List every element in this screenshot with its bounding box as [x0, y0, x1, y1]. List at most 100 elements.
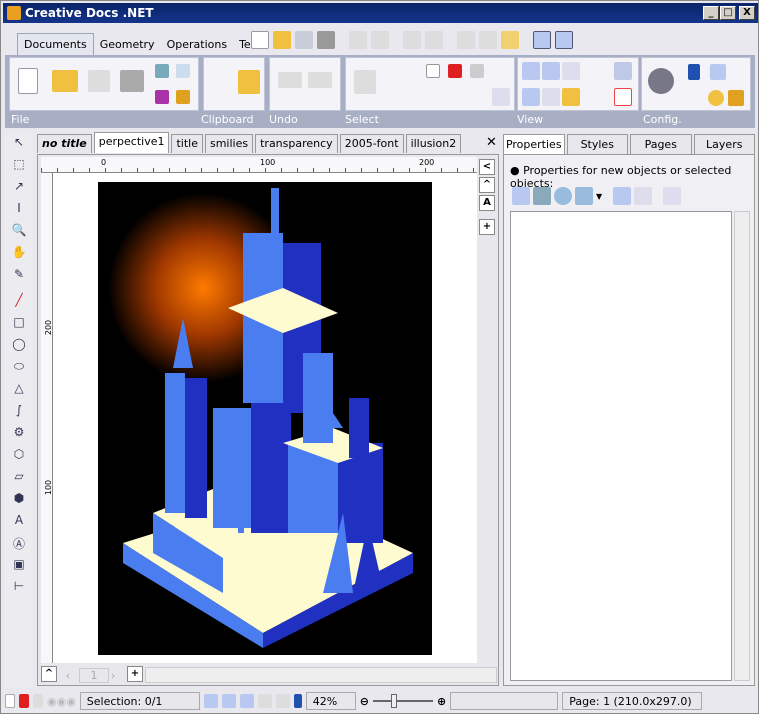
tab-operations[interactable]: Operations: [161, 34, 233, 55]
guides-icon[interactable]: [614, 88, 632, 106]
horizontal-scrollbar[interactable]: [145, 667, 497, 683]
prev-page-icon[interactable]: ‹: [59, 669, 77, 682]
help-book-icon[interactable]: [728, 90, 744, 106]
new-document-icon[interactable]: [18, 68, 38, 94]
duplicate-icon[interactable]: [425, 31, 443, 49]
marquee-tool-icon[interactable]: ⬚: [9, 157, 29, 175]
zoom-icon[interactable]: [533, 31, 551, 49]
keyboard-icon[interactable]: [710, 64, 726, 80]
hand-tool-icon[interactable]: ✋: [9, 245, 29, 263]
open-document-icon[interactable]: [52, 70, 78, 92]
invert-selection-icon[interactable]: [470, 64, 484, 78]
zoom-sel-icon[interactable]: [257, 694, 272, 708]
grid-layout-icon[interactable]: [613, 187, 632, 205]
doc-tab-title[interactable]: title: [171, 134, 203, 153]
zoom-in-icon[interactable]: ⊕: [437, 695, 446, 708]
copy-icon[interactable]: [479, 31, 497, 49]
zoom-out-icon[interactable]: ⊖: [360, 695, 369, 708]
next-page-icon[interactable]: ›: [111, 669, 125, 682]
edit-tool-icon[interactable]: ↗: [9, 179, 29, 197]
zoom-value[interactable]: 42%: [305, 692, 356, 710]
fill-none-icon[interactable]: [5, 694, 15, 708]
grid-view-icon[interactable]: [542, 62, 560, 80]
settings-gear-icon[interactable]: [648, 68, 674, 94]
print-document-icon[interactable]: [120, 70, 144, 92]
tab-geometry[interactable]: Geometry: [94, 34, 161, 55]
text-line-tool-icon[interactable]: A: [9, 513, 29, 531]
doc-tab-2005-font[interactable]: 2005-font: [339, 134, 404, 153]
redo-large-icon[interactable]: [308, 72, 332, 88]
text-box-tool-icon[interactable]: Ⓐ: [9, 535, 29, 553]
doc-tab-transparency[interactable]: transparency: [255, 134, 338, 153]
zoom-width-icon[interactable]: [221, 694, 236, 708]
info-icon[interactable]: [688, 64, 700, 80]
minimize-button[interactable]: _: [703, 6, 719, 20]
hide-icon[interactable]: [492, 88, 510, 106]
text-cursor-tool-icon[interactable]: I: [9, 201, 29, 219]
split-icon[interactable]: [663, 187, 682, 205]
people-icon[interactable]: [533, 187, 551, 205]
doc-tab-smilies[interactable]: smilies: [204, 134, 254, 153]
close-document-button[interactable]: ✕: [486, 135, 497, 150]
dimension-tool-icon[interactable]: ⊢: [9, 579, 29, 597]
picker-tool-icon[interactable]: ✎: [9, 267, 29, 285]
save-document-icon[interactable]: [88, 70, 110, 92]
zoom-slider[interactable]: [373, 694, 434, 708]
paste-icon[interactable]: [501, 31, 519, 49]
bezier-tool-icon[interactable]: ∫: [9, 403, 29, 421]
polygon-tool-icon[interactable]: △: [9, 381, 29, 399]
labels-icon[interactable]: [542, 88, 560, 106]
zoom-prev-icon[interactable]: [275, 694, 290, 708]
zoom-100-icon[interactable]: [239, 694, 254, 708]
close-document-icon[interactable]: [176, 64, 190, 78]
doc-tab-no-title[interactable]: no title: [37, 134, 92, 153]
doc-tab-perpective1[interactable]: perpective1: [93, 132, 170, 153]
close-button[interactable]: X: [739, 6, 755, 20]
ellipse-tool-icon[interactable]: ⬭: [9, 359, 29, 377]
new-style-icon[interactable]: [512, 187, 530, 205]
save-model-icon[interactable]: [155, 90, 169, 104]
rectangle-tool-icon[interactable]: □: [9, 315, 29, 333]
doc-tab-illusion2[interactable]: illusion2: [405, 134, 462, 153]
smiley-icon[interactable]: [708, 90, 724, 106]
hexagon-tool-icon[interactable]: ⬡: [9, 447, 29, 465]
new-page-icon[interactable]: +: [127, 666, 143, 682]
image-tool-icon[interactable]: ▣: [9, 557, 29, 575]
maximize-button[interactable]: □: [720, 6, 736, 20]
surface-tool-icon[interactable]: ▱: [9, 469, 29, 487]
collapse-left-icon[interactable]: <: [479, 159, 495, 175]
print-icon[interactable]: [317, 31, 335, 49]
page-up-icon[interactable]: ^: [41, 666, 57, 682]
select-tool-icon[interactable]: ↖: [9, 135, 29, 153]
page-canvas[interactable]: [53, 173, 477, 663]
magnet-icon[interactable]: [614, 62, 632, 80]
zoom-left-icon[interactable]: [293, 694, 302, 708]
redo-icon[interactable]: [371, 31, 389, 49]
tab-layers[interactable]: Layers: [693, 134, 755, 154]
style-menu-icon[interactable]: [575, 187, 593, 205]
vertical-scrollbar[interactable]: < ^ A +: [479, 159, 497, 665]
tab-pages[interactable]: Pages: [630, 134, 692, 154]
ruler-icon[interactable]: [522, 88, 540, 106]
undo-icon[interactable]: [349, 31, 367, 49]
add-page-icon[interactable]: +: [479, 219, 495, 235]
page-number[interactable]: 1: [79, 667, 109, 683]
list-layout-icon[interactable]: [634, 187, 653, 205]
zoom-tool-icon[interactable]: 🔍: [9, 223, 29, 241]
select-none-icon[interactable]: [426, 64, 440, 78]
delete-icon[interactable]: [403, 31, 421, 49]
properties-scrollbar[interactable]: [734, 211, 750, 681]
globe-icon[interactable]: [554, 187, 572, 205]
zoom-page-icon[interactable]: [203, 694, 218, 708]
select-all-icon[interactable]: [448, 64, 462, 78]
tab-properties[interactable]: Properties: [503, 134, 565, 154]
save-icon[interactable]: [295, 31, 313, 49]
lines-icon[interactable]: [562, 62, 580, 80]
gradient-icon[interactable]: [33, 694, 43, 708]
undo-large-icon[interactable]: [278, 72, 302, 88]
line-tool-icon[interactable]: ╱: [9, 293, 29, 311]
paste-large-icon[interactable]: [238, 70, 260, 94]
scroll-up-icon[interactable]: ^: [479, 177, 495, 193]
cut-icon[interactable]: [457, 31, 475, 49]
visibility-icons[interactable]: ◉◉◉: [47, 695, 76, 708]
